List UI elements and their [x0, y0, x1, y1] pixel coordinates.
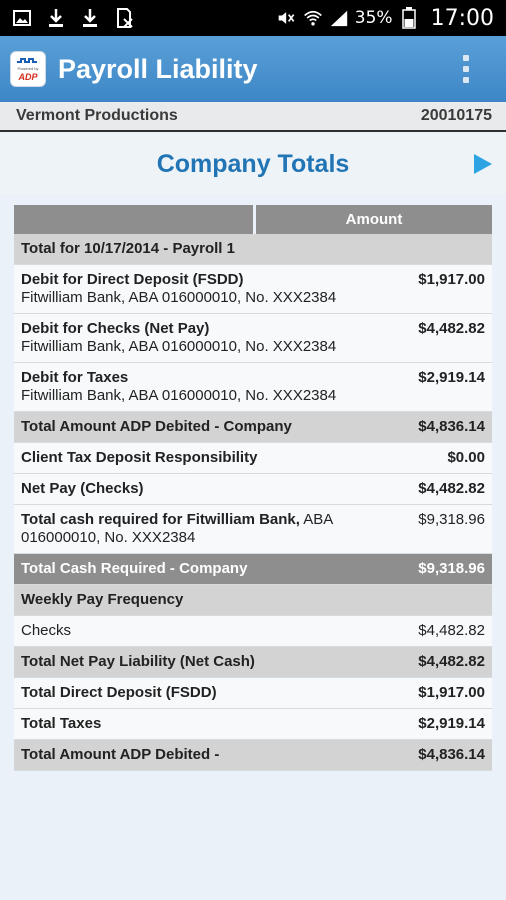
row-label-text: Weekly Pay Frequency [21, 591, 184, 608]
row-label: Total cash required for Fitwilliam Bank,… [21, 511, 418, 547]
row-amount: $1,917.00 [418, 271, 485, 288]
table-row: Total cash required for Fitwilliam Bank,… [14, 505, 492, 554]
battery-percent: 35% [354, 8, 393, 28]
row-amount: $1,917.00 [418, 684, 485, 701]
row-amount: $4,482.82 [418, 653, 485, 670]
row-label-text: Net Pay (Checks) [21, 480, 144, 497]
adp-logo[interactable]: Powered by ADP [10, 51, 46, 87]
table-row: Debit for Taxes Fitwilliam Bank, ABA 0160… [14, 363, 492, 412]
row-label-text: Total cash required for Fitwilliam Bank, [21, 511, 300, 528]
table-row: Weekly Pay Frequency [14, 585, 492, 616]
row-amount: $4,836.14 [418, 746, 485, 763]
app-bar: Powered by ADP Payroll Liability [0, 36, 506, 102]
next-arrow-icon[interactable] [474, 154, 492, 174]
row-label: Total for 10/17/2014 - Payroll 1 [21, 240, 485, 258]
row-label: Checks [21, 622, 418, 640]
row-amount: $4,482.82 [418, 480, 485, 497]
row-label-text: Total Net Pay Liability (Net Cash) [21, 653, 255, 670]
table-row: Total Taxes $2,919.14 [14, 709, 492, 740]
row-amount: $2,919.14 [418, 369, 485, 386]
table-row: Total for 10/17/2014 - Payroll 1 [14, 234, 492, 265]
row-label: Debit for Taxes Fitwilliam Bank, ABA 0160… [21, 369, 418, 405]
image-icon [12, 8, 32, 28]
row-label-text: Total for 10/17/2014 - Payroll 1 [21, 240, 235, 257]
battery-icon [399, 7, 419, 29]
row-label-text: Total Cash Required - Company [21, 560, 248, 577]
row-label-text: Total Amount ADP Debited - Company [21, 418, 292, 435]
row-sublabel: Fitwilliam Bank, ABA 016000010, No. XXX2… [21, 289, 337, 306]
download-icon [46, 8, 66, 28]
row-label-text: Total Direct Deposit (FSDD) [21, 684, 217, 701]
logo-small-text: Powered by [17, 66, 38, 71]
row-label-text: Total Amount ADP Debited - [21, 746, 220, 763]
signal-icon [329, 8, 349, 28]
liability-table: Amount Total for 10/17/2014 - Payroll 1 D… [14, 205, 492, 771]
table-row: Debit for Direct Deposit (FSDD) Fitwillia… [14, 265, 492, 314]
row-amount: $9,318.96 [418, 560, 485, 577]
row-label: Total Amount ADP Debited - Company [21, 418, 418, 436]
row-label: Net Pay (Checks) [21, 480, 418, 498]
row-amount: $0.00 [447, 449, 485, 466]
row-label: Total Amount ADP Debited - [21, 746, 418, 764]
page-title: Payroll Liability [58, 53, 258, 84]
table-row: Net Pay (Checks) $4,482.82 [14, 474, 492, 505]
table-row: Total Amount ADP Debited - Company $4,836… [14, 412, 492, 443]
table-body: Total for 10/17/2014 - Payroll 1 Debit fo… [14, 234, 492, 771]
logo-brand: ADP [17, 72, 38, 82]
section-title: Company Totals [156, 149, 350, 178]
section-header: Company Totals [0, 134, 506, 194]
row-label: Weekly Pay Frequency [21, 591, 485, 609]
table-header-label-column [14, 205, 253, 234]
row-sublabel: Fitwilliam Bank, ABA 016000010, No. XXX2… [21, 387, 337, 404]
row-amount: $4,482.82 [418, 320, 485, 337]
row-label: Debit for Checks (Net Pay) Fitwilliam Ban… [21, 320, 418, 356]
row-label: Total Taxes [21, 715, 418, 733]
table-row: Debit for Checks (Net Pay) Fitwilliam Ban… [14, 314, 492, 363]
company-name: Vermont Productions [16, 107, 178, 124]
row-sublabel: Fitwilliam Bank, ABA 016000010, No. XXX2… [21, 338, 337, 355]
row-label-text: Debit for Checks (Net Pay) [21, 320, 210, 337]
row-label-text: Debit for Direct Deposit (FSDD) [21, 271, 244, 288]
row-label: Client Tax Deposit Responsibility [21, 449, 447, 467]
row-label-text: Checks [21, 622, 72, 639]
table-row: Total Amount ADP Debited - $4,836.14 [14, 740, 492, 771]
company-id: 20010175 [420, 107, 492, 124]
row-label-text: Total Taxes [21, 715, 102, 732]
download-icon [80, 8, 100, 28]
clock: 17:00 [430, 5, 494, 31]
row-label: Total Net Pay Liability (Net Cash) [21, 653, 418, 671]
table-row: Total Direct Deposit (FSDD) $1,917.00 [14, 678, 492, 709]
table-row: Client Tax Deposit Responsibility $0.00 [14, 443, 492, 474]
row-label: Total Direct Deposit (FSDD) [21, 684, 418, 702]
row-amount: $4,482.82 [418, 622, 485, 639]
overflow-menu-button[interactable] [446, 44, 486, 94]
table-header-amount: Amount [256, 205, 492, 234]
wifi-icon [303, 8, 323, 28]
row-label-text: Client Tax Deposit Responsibility [21, 449, 258, 466]
row-amount: $4,836.14 [418, 418, 485, 435]
row-amount: $9,318.96 [418, 511, 485, 528]
table-row: Total Net Pay Liability (Net Cash) $4,482… [14, 647, 492, 678]
status-bar: 35% 17:00 [0, 0, 506, 36]
row-label-text: Debit for Taxes [21, 369, 129, 386]
table-row: Total Cash Required - Company $9,318.96 [14, 554, 492, 585]
company-header: Vermont Productions 20010175 [0, 102, 506, 132]
row-amount: $2,919.14 [418, 715, 485, 732]
sd-card-icon [114, 8, 134, 28]
table-header: Amount [14, 205, 492, 234]
mute-icon [277, 8, 297, 28]
row-label: Debit for Direct Deposit (FSDD) Fitwillia… [21, 271, 418, 307]
table-row: Checks $4,482.82 [14, 616, 492, 647]
row-label: Total Cash Required - Company [21, 560, 418, 578]
